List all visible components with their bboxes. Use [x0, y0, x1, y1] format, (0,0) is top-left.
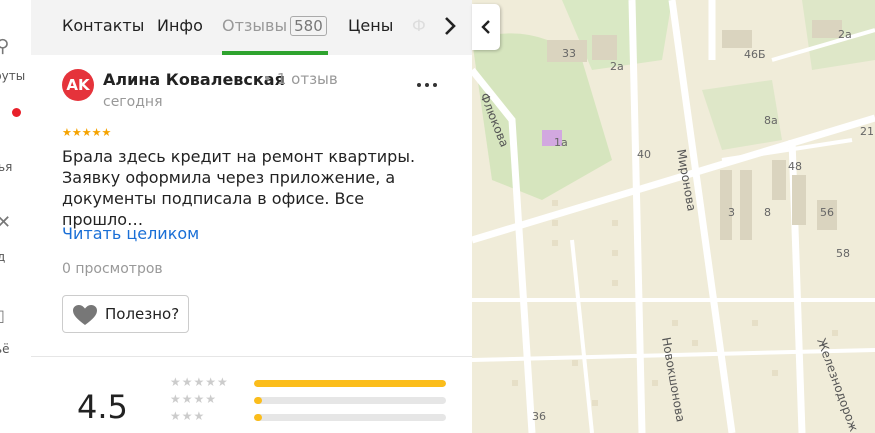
map[interactable]: Флюкова Миронова Новокшонова Железнодоро…	[472, 0, 875, 433]
tab-info[interactable]: Инфо	[157, 16, 203, 35]
rating-bar-track	[254, 397, 446, 404]
rail-label-news[interactable]: ья	[0, 160, 12, 174]
tab-photos[interactable]: Ф	[412, 16, 426, 35]
house-number: 58	[836, 247, 850, 260]
avatar[interactable]: AK	[62, 69, 94, 101]
house-number: 2а	[838, 28, 852, 41]
house-number: 56	[820, 206, 834, 219]
rail-label-routes[interactable]: руты	[0, 69, 25, 83]
author-review-count: • 1 отзыв	[263, 70, 338, 88]
section-divider	[31, 356, 472, 357]
more-dot-2	[425, 83, 429, 87]
tab-reviews[interactable]: Отзывы 580	[222, 16, 327, 36]
tab-contacts[interactable]: Контакты	[62, 16, 144, 35]
house-number: 33	[562, 47, 576, 60]
route-icon[interactable]: ⚲	[0, 36, 9, 57]
tools-icon[interactable]: ✕	[0, 212, 11, 233]
average-rating: 4.5	[77, 388, 128, 426]
more-dot-3	[433, 83, 437, 87]
views-count: 0 просмотров	[62, 261, 163, 277]
rail-label-phone[interactable]: ьё	[0, 342, 9, 356]
rating-bar-track	[254, 380, 446, 387]
notification-dot	[12, 108, 21, 117]
left-nav-rail: ⚲ руты ья ✕ д ▯ ьё	[0, 0, 32, 433]
phone-icon[interactable]: ▯	[0, 306, 5, 325]
org-panel: Контакты Инфо Отзывы 580 Цены Ф AK Алина …	[31, 0, 472, 433]
rating-bar-fill	[254, 380, 446, 387]
review-text: Брала здесь кредит на ремонт квартиры. З…	[62, 147, 416, 229]
map-canvas[interactable]: Флюкова Миронова Новокшонова Железнодоро…	[472, 0, 875, 433]
tab-bar: Контакты Инфо Отзывы 580 Цены Ф	[31, 0, 472, 55]
rating-row-stars: ★★★	[170, 409, 206, 423]
house-number: 8	[764, 206, 771, 219]
active-tab-indicator	[222, 51, 328, 55]
rating-row: ★★★★	[170, 392, 470, 407]
house-number: 46Б	[744, 48, 766, 61]
separator-dot: •	[263, 70, 272, 88]
tab-reviews-label: Отзывы	[222, 16, 288, 35]
more-dots-icon	[417, 83, 421, 87]
tab-prices[interactable]: Цены	[348, 16, 393, 35]
rating-row: ★★★★★	[170, 375, 470, 390]
house-number: 48	[788, 160, 802, 173]
house-number: 3	[728, 206, 735, 219]
rating-row-stars: ★★★★★	[170, 375, 229, 389]
rating-row: ★★★	[170, 409, 470, 424]
useful-button[interactable]: Полезно?	[62, 295, 189, 333]
review-author-name[interactable]: Алина Ковалевская	[103, 70, 285, 89]
house-number: 2а	[610, 60, 624, 73]
chevron-right-icon	[445, 17, 456, 35]
rating-bar-fill	[254, 414, 262, 421]
house-number: 8а	[764, 114, 778, 127]
rating-bar-fill	[254, 397, 262, 404]
house-number: 36	[532, 410, 546, 423]
tabs-scroll-right-button[interactable]	[440, 14, 460, 38]
house-number: 21	[860, 125, 874, 138]
reviews-count-badge: 580	[290, 16, 327, 36]
rating-row-stars: ★★★★	[170, 392, 218, 406]
read-more-link[interactable]: Читать целиком	[62, 224, 199, 243]
author-review-count-text: 1 отзыв	[276, 70, 338, 88]
review-date: сегодня	[103, 94, 163, 110]
chevron-left-icon	[481, 20, 490, 34]
heart-icon	[73, 305, 97, 325]
more-options-button[interactable]	[416, 76, 438, 92]
useful-button-label: Полезно?	[105, 305, 180, 323]
review-stars: ★★★★★	[62, 126, 112, 139]
house-number: 1а	[554, 136, 568, 149]
rating-bar-track	[254, 414, 446, 421]
rail-label-tools[interactable]: д	[0, 250, 5, 264]
house-number: 40	[637, 148, 651, 161]
collapse-panel-button[interactable]	[472, 4, 500, 50]
